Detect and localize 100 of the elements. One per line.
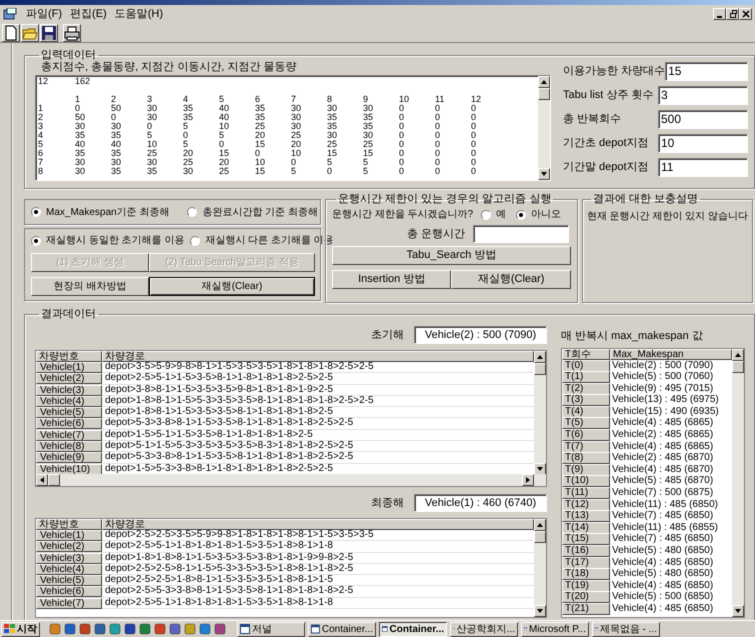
- table-cell-text: depot>2-5>2-5>1-8>8-1>1-5>3-5>3-5>1-8>8-1>1-5: [104, 575, 334, 586]
- quick-launch-icon: [124, 623, 136, 635]
- button[interactable]: 재실행(Clear): [149, 277, 315, 296]
- quick-launch-icon: [49, 623, 61, 635]
- taskbar-button[interactable]: 저널: [237, 622, 305, 636]
- scrollbar-thumb[interactable]: [534, 531, 546, 543]
- matrix-value: 10: [219, 122, 230, 131]
- scroll-up-button[interactable]: [732, 348, 744, 360]
- row-header: Vehicle(2): [36, 373, 102, 384]
- button[interactable]: 재실행(Clear): [451, 270, 571, 289]
- scroll-up-button[interactable]: [534, 351, 546, 363]
- input-field[interactable]: Vehicle(2) : 500 (7090): [414, 326, 547, 344]
- restore-button[interactable]: [726, 8, 739, 20]
- table-cell-text: Vehicle(4) : 485 (6865): [611, 440, 714, 452]
- minimize-button[interactable]: [713, 8, 726, 20]
- vertical-scrollbar[interactable]: [732, 348, 744, 616]
- column-header[interactable]: 차량번호: [36, 351, 102, 362]
- button[interactable]: 현장의 배차방법: [31, 277, 149, 296]
- save-button[interactable]: [40, 24, 58, 42]
- table-cell-text: Vehicle(15) : 490 (6935): [611, 406, 720, 418]
- scroll-left-button[interactable]: [36, 474, 48, 486]
- column-header[interactable]: T회수: [562, 348, 610, 360]
- menu-item[interactable]: 편집(E): [66, 6, 111, 22]
- button[interactable]: Tabu_Search 방법: [332, 246, 571, 265]
- vertical-scrollbar[interactable]: [534, 519, 546, 617]
- window-icon: [382, 624, 388, 634]
- menu-item[interactable]: 파일(F): [22, 6, 66, 22]
- table-cell-text: Vehicle(4) : 485 (6850): [611, 580, 714, 592]
- matrix-value: 0: [147, 122, 154, 131]
- taskbar-button[interactable]: Container...: [308, 622, 376, 636]
- scroll-up-button[interactable]: [538, 76, 550, 88]
- caption-text: 매 반복시 max_makespan 값: [561, 329, 704, 344]
- matrix-value: 0: [435, 131, 442, 140]
- taskbar-button[interactable]: 산공학회지...: [450, 622, 518, 636]
- matrix-value: 0: [399, 122, 406, 131]
- radio-button[interactable]: [516, 210, 526, 220]
- window-icon: [311, 624, 320, 634]
- matrix-value: 5: [363, 167, 370, 176]
- scroll-up-button[interactable]: [534, 519, 546, 531]
- scrollbar-thumb[interactable]: [48, 474, 60, 486]
- close-button[interactable]: [739, 8, 752, 20]
- field-label: 총 반복회수: [563, 112, 622, 128]
- row-header: T(17): [562, 556, 610, 569]
- scroll-down-button[interactable]: [732, 604, 744, 616]
- input-field[interactable]: [472, 225, 569, 243]
- column-header[interactable]: Max_Makespan: [610, 348, 732, 360]
- scrollbar-thumb[interactable]: [534, 363, 546, 375]
- radio-button[interactable]: [481, 210, 492, 220]
- horizontal-scrollbar[interactable]: [36, 474, 546, 486]
- table-cell-text: Vehicle(4) : 485 (6850): [611, 556, 714, 568]
- matrix-value: 5: [291, 167, 298, 176]
- scroll-down-button[interactable]: [534, 605, 546, 617]
- vertical-scrollbar[interactable]: [534, 351, 546, 475]
- group-title: 입력데이터: [40, 49, 97, 61]
- taskbar-button[interactable]: 제목없음 - ...: [592, 622, 660, 636]
- taskbar-button[interactable]: Container...: [379, 622, 447, 636]
- quick-launch-icon: [64, 623, 76, 635]
- vertical-scrollbar[interactable]: [538, 76, 550, 180]
- right-arrow-icon: [526, 477, 530, 483]
- matrix-value: 50: [111, 104, 122, 113]
- field-label: 기간말 depot지점: [563, 160, 649, 176]
- matrix-value: 25: [219, 167, 230, 176]
- matrix-value: 35: [75, 131, 86, 140]
- column-header[interactable]: 차량경로: [102, 351, 534, 362]
- scrollbar-thumb[interactable]: [732, 360, 744, 372]
- scroll-down-button[interactable]: [538, 168, 550, 180]
- open-button[interactable]: [21, 24, 39, 42]
- radio-button[interactable]: [187, 207, 198, 217]
- column-header[interactable]: 차량경로: [102, 519, 534, 530]
- radio-button[interactable]: [31, 236, 41, 246]
- matrix-value: 30: [75, 158, 86, 167]
- print-button[interactable]: [63, 24, 81, 42]
- scrollbar-thumb[interactable]: [538, 88, 550, 100]
- matrix-value: 30: [147, 104, 158, 113]
- table-cell-text: depot>1-5>5-3>3-8>8-1>1-8>1-8>1-8>1-8>2-5>2-5: [104, 464, 334, 474]
- input-field[interactable]: 15: [665, 62, 748, 81]
- table-cell-text: Vehicle(7) : 485 (6850): [611, 533, 714, 546]
- row-header: T(4): [562, 406, 610, 418]
- input-field[interactable]: 500: [658, 110, 748, 129]
- scroll-down-button[interactable]: [534, 463, 546, 475]
- row-header: Vehicle(1): [36, 530, 102, 541]
- input-field[interactable]: 11: [658, 158, 748, 177]
- input-field[interactable]: 10: [658, 134, 748, 153]
- matrix-value: 35: [183, 113, 194, 122]
- field-label: 기간초 depot지점: [563, 136, 649, 152]
- matrix-value: 40: [219, 104, 230, 113]
- radio-button[interactable]: [190, 236, 200, 246]
- new-file-button[interactable]: [2, 24, 20, 42]
- start-button[interactable]: 시작: [1, 622, 40, 636]
- menu-item[interactable]: 도움말(H): [110, 6, 167, 22]
- radio-button[interactable]: [31, 207, 41, 217]
- column-header[interactable]: 차량번호: [36, 519, 102, 530]
- scroll-right-button[interactable]: [522, 474, 534, 486]
- matrix-value: 35: [363, 113, 374, 122]
- matrix-value: 35: [111, 167, 122, 176]
- input-field[interactable]: Vehicle(1) : 460 (6740): [414, 494, 547, 512]
- down-arrow-icon: [537, 609, 543, 613]
- taskbar-button[interactable]: Microsoft P...: [521, 622, 589, 636]
- button[interactable]: Insertion 방법: [332, 270, 452, 289]
- input-field[interactable]: 3: [658, 86, 748, 105]
